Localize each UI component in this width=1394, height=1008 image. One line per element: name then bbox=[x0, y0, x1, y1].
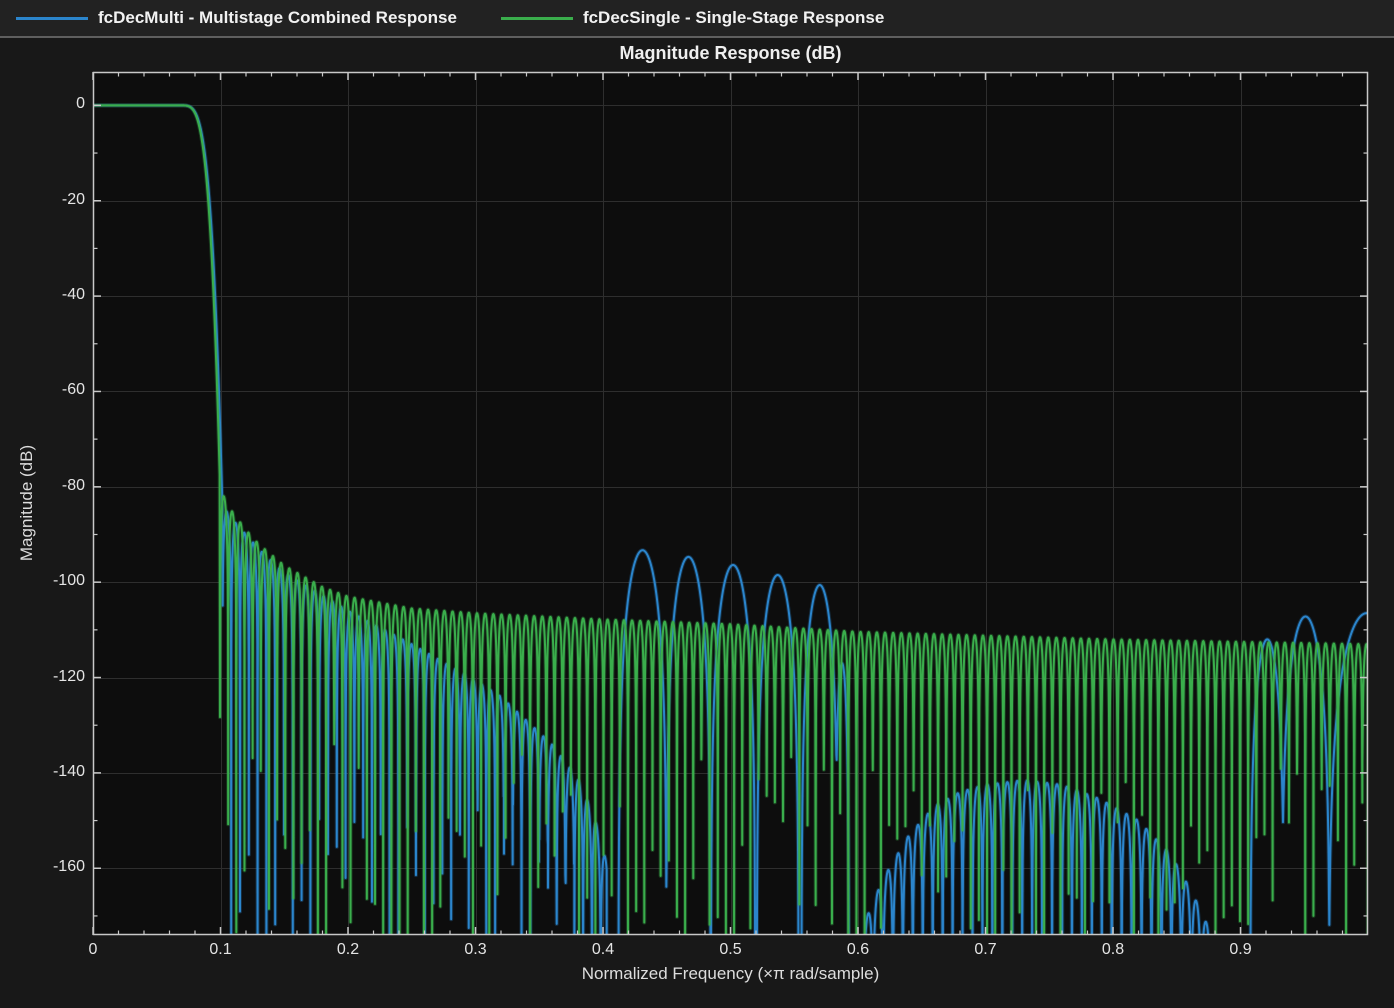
y-tick-label: -80 bbox=[61, 476, 85, 494]
x-tick-label: 0.3 bbox=[464, 941, 487, 958]
y-tick-label: 0 bbox=[76, 95, 85, 113]
y-tick-label: -100 bbox=[52, 572, 85, 590]
x-tick-label: 0.7 bbox=[974, 941, 997, 958]
y-tick-label: -160 bbox=[52, 858, 85, 876]
y-tick-label: -140 bbox=[52, 762, 85, 780]
x-tick-label: 0.9 bbox=[1229, 941, 1252, 958]
y-tick-label: -20 bbox=[61, 190, 85, 208]
x-tick-label: 0 bbox=[88, 941, 98, 958]
y-axis-label: Magnitude (dB) bbox=[17, 444, 36, 562]
x-tick-label: 0.5 bbox=[719, 941, 742, 958]
x-axis-label: Normalized Frequency (×π rad/sample) bbox=[581, 964, 880, 983]
x-tick-label: 0.4 bbox=[591, 941, 615, 958]
y-tick-label: -40 bbox=[61, 286, 85, 304]
x-tick-label: 0.2 bbox=[336, 941, 360, 958]
y-tick-label: -120 bbox=[52, 667, 85, 685]
magnitude-response-plot[interactable] bbox=[0, 0, 1394, 1008]
fvtool-window: fcDecMulti - Multistage Combined Respons… bbox=[0, 0, 1394, 1008]
y-tick-label: -60 bbox=[61, 381, 85, 399]
x-tick-label: 0.1 bbox=[209, 941, 232, 958]
x-tick-label: 0.6 bbox=[846, 941, 870, 958]
x-tick-label: 0.8 bbox=[1101, 941, 1125, 958]
